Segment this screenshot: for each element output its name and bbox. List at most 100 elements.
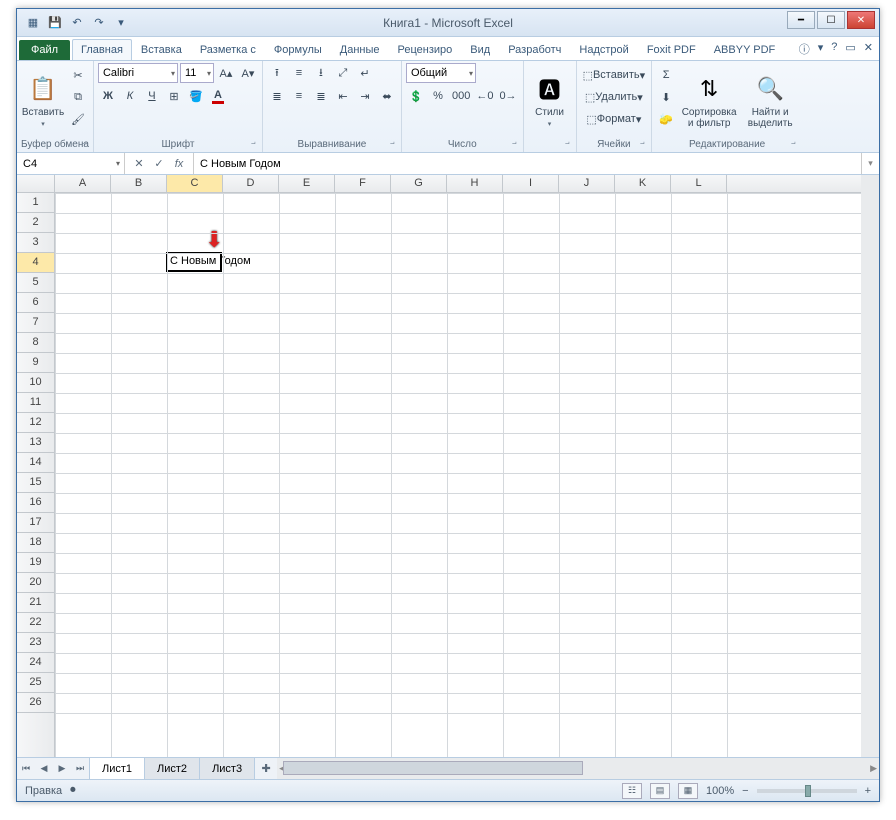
- row-header-8[interactable]: 8: [17, 333, 54, 353]
- sheet-last-icon[interactable]: ⏭: [71, 758, 89, 779]
- row-header-1[interactable]: 1: [17, 193, 54, 213]
- styles-button[interactable]: 🅰 Стили ▾: [528, 63, 572, 138]
- fill-color-icon[interactable]: 🪣: [186, 86, 206, 106]
- align-center-icon[interactable]: ≡: [289, 86, 309, 106]
- paste-button[interactable]: 📋 Вставить ▾: [21, 63, 65, 138]
- fill-icon[interactable]: ⬇: [656, 87, 676, 107]
- new-sheet-icon[interactable]: ✚: [255, 758, 277, 779]
- cut-icon[interactable]: ✂: [68, 65, 88, 85]
- qat-customize-icon[interactable]: ▾: [111, 13, 131, 33]
- tab-abbyy pdf[interactable]: ABBYY PDF: [705, 39, 785, 60]
- row-header-7[interactable]: 7: [17, 313, 54, 333]
- row-header-11[interactable]: 11: [17, 393, 54, 413]
- col-header-G[interactable]: G: [391, 175, 447, 192]
- copy-icon[interactable]: ⧉: [68, 87, 88, 107]
- bold-button[interactable]: Ж: [98, 86, 118, 106]
- delete-cells-button[interactable]: ⬚ Удалить ▾: [581, 87, 648, 107]
- zoom-in-icon[interactable]: +: [865, 785, 871, 797]
- worksheet-grid[interactable]: ABCDEFGHIJKL 123456789101112131415161718…: [17, 175, 879, 757]
- align-right-icon[interactable]: ≣: [311, 86, 331, 106]
- tab-надстрой[interactable]: Надстрой: [570, 39, 637, 60]
- window-restore-icon[interactable]: ▭: [845, 41, 855, 57]
- qat-save-icon[interactable]: 💾: [45, 13, 65, 33]
- workbook-close-icon[interactable]: ✕: [864, 41, 873, 57]
- expand-formula-icon[interactable]: ▾: [861, 153, 879, 174]
- row-header-9[interactable]: 9: [17, 353, 54, 373]
- row-header-24[interactable]: 24: [17, 653, 54, 673]
- font-name-combo[interactable]: Calibri: [98, 63, 178, 83]
- row-header-18[interactable]: 18: [17, 533, 54, 553]
- tab-foxit pdf[interactable]: Foxit PDF: [638, 39, 705, 60]
- row-header-16[interactable]: 16: [17, 493, 54, 513]
- font-size-combo[interactable]: 11: [180, 63, 214, 83]
- active-cell[interactable]: С Новым Годом: [166, 252, 222, 272]
- autosum-icon[interactable]: Σ: [656, 65, 676, 85]
- insert-cells-button[interactable]: ⬚ Вставить ▾: [581, 65, 648, 85]
- col-header-A[interactable]: A: [55, 175, 111, 192]
- sheet-prev-icon[interactable]: ◀: [35, 758, 53, 779]
- row-header-12[interactable]: 12: [17, 413, 54, 433]
- row-header-22[interactable]: 22: [17, 613, 54, 633]
- name-box[interactable]: C4: [17, 153, 125, 174]
- cancel-icon[interactable]: ✕: [131, 156, 147, 172]
- horizontal-scrollbar[interactable]: ◀▶: [277, 758, 879, 779]
- number-format-combo[interactable]: Общий: [406, 63, 476, 83]
- col-header-B[interactable]: B: [111, 175, 167, 192]
- fx-icon[interactable]: fx: [171, 156, 187, 172]
- col-header-I[interactable]: I: [503, 175, 559, 192]
- col-header-H[interactable]: H: [447, 175, 503, 192]
- zoom-out-icon[interactable]: −: [742, 785, 748, 797]
- col-header-K[interactable]: K: [615, 175, 671, 192]
- sheet-tab-Лист3[interactable]: Лист3: [200, 758, 255, 779]
- currency-icon[interactable]: 💲: [406, 86, 426, 106]
- enter-icon[interactable]: ✓: [151, 156, 167, 172]
- row-header-17[interactable]: 17: [17, 513, 54, 533]
- row-header-14[interactable]: 14: [17, 453, 54, 473]
- normal-view-icon[interactable]: ☷: [622, 783, 642, 799]
- row-header-2[interactable]: 2: [17, 213, 54, 233]
- excel-icon[interactable]: ▦: [23, 13, 43, 33]
- ribbon-help-icon[interactable]: ?: [831, 41, 837, 57]
- tab-вставка[interactable]: Вставка: [132, 39, 191, 60]
- close-button[interactable]: ✕: [847, 11, 875, 29]
- align-left-icon[interactable]: ≣: [267, 86, 287, 106]
- maximize-button[interactable]: ☐: [817, 11, 845, 29]
- row-header-26[interactable]: 26: [17, 693, 54, 713]
- row-header-23[interactable]: 23: [17, 633, 54, 653]
- minimize-button[interactable]: ━: [787, 11, 815, 29]
- format-painter-icon[interactable]: 🖌: [68, 109, 88, 129]
- increase-indent-icon[interactable]: ⇥: [355, 86, 375, 106]
- row-header-15[interactable]: 15: [17, 473, 54, 493]
- zoom-level[interactable]: 100%: [706, 785, 734, 797]
- page-layout-view-icon[interactable]: ▤: [650, 783, 670, 799]
- col-header-J[interactable]: J: [559, 175, 615, 192]
- row-header-25[interactable]: 25: [17, 673, 54, 693]
- find-select-button[interactable]: 🔍 Найти и выделить: [742, 63, 798, 138]
- formula-input[interactable]: [194, 153, 861, 174]
- sheet-first-icon[interactable]: ⏮: [17, 758, 35, 779]
- tab-разработч[interactable]: Разработч: [499, 39, 570, 60]
- align-middle-icon[interactable]: ≡: [289, 63, 309, 83]
- row-header-10[interactable]: 10: [17, 373, 54, 393]
- sheet-tab-Лист1[interactable]: Лист1: [90, 758, 145, 779]
- row-header-3[interactable]: 3: [17, 233, 54, 253]
- row-header-6[interactable]: 6: [17, 293, 54, 313]
- col-header-D[interactable]: D: [223, 175, 279, 192]
- merge-icon[interactable]: ⬌: [377, 86, 397, 106]
- tab-разметка с[interactable]: Разметка с: [191, 39, 265, 60]
- sort-filter-button[interactable]: ⇅ Сортировка и фильтр: [679, 63, 739, 138]
- col-header-C[interactable]: C: [167, 175, 223, 192]
- font-color-icon[interactable]: A: [208, 86, 228, 106]
- align-bottom-icon[interactable]: ⭳: [311, 63, 331, 83]
- align-top-icon[interactable]: ⭱: [267, 63, 287, 83]
- orientation-icon[interactable]: ⤢: [333, 63, 353, 83]
- qat-undo-icon[interactable]: ↶: [67, 13, 87, 33]
- row-header-4[interactable]: 4: [17, 253, 54, 273]
- format-cells-button[interactable]: ⬚ Формат ▾: [581, 109, 648, 129]
- italic-button[interactable]: К: [120, 86, 140, 106]
- zoom-slider[interactable]: [757, 789, 857, 793]
- col-header-E[interactable]: E: [279, 175, 335, 192]
- border-icon[interactable]: ⊞: [164, 86, 184, 106]
- tab-формулы[interactable]: Формулы: [265, 39, 331, 60]
- help-icon[interactable]: ⓘ: [799, 41, 810, 57]
